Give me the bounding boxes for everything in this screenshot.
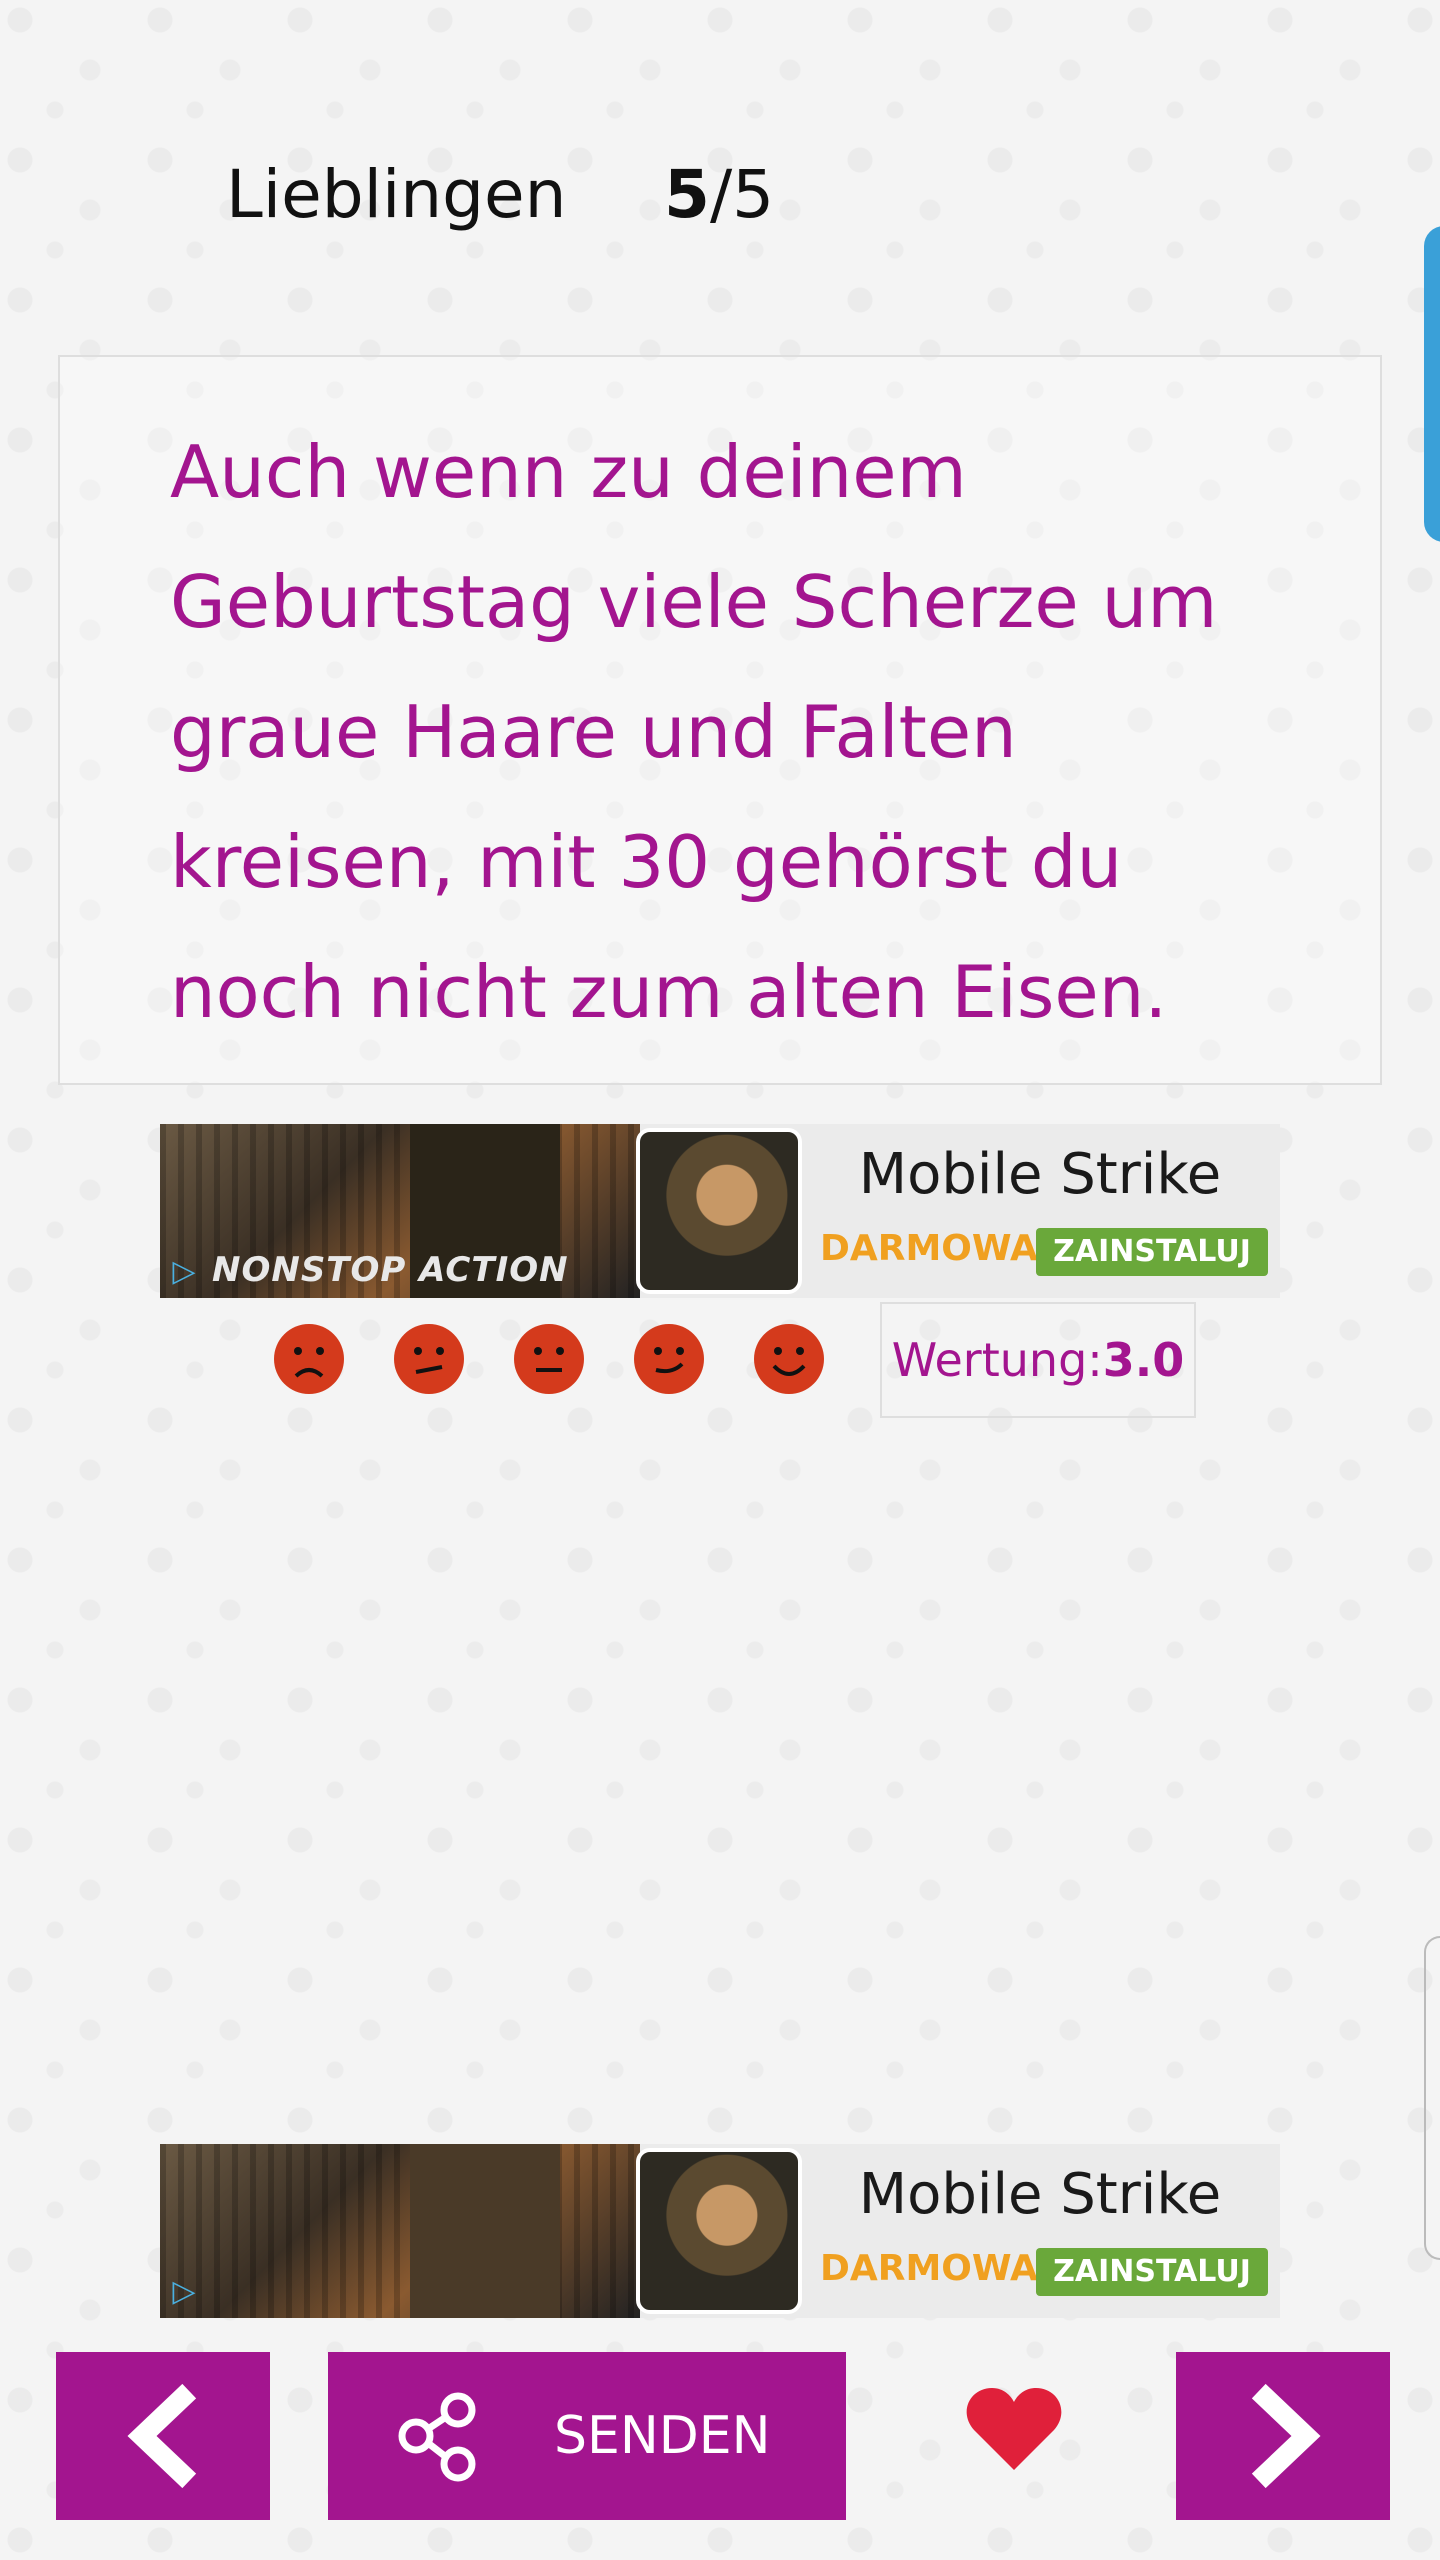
ad-banner-top[interactable]: NONSTOP ACTION ▷ Mobile Strike DARMOWA Z… [160,1124,1280,1298]
previous-button[interactable] [56,2352,270,2520]
ad-free-label: DARMOWA [820,2248,1038,2289]
rating-display: Wertung:3.0 [880,1302,1196,1418]
ad-choices-icon[interactable]: ▷ [166,2274,202,2310]
share-icon [398,2392,476,2482]
quote-card: Auch wenn zu deinem Geburtstag viele Sch… [58,355,1382,1085]
page-title: Lieblingen [226,156,567,233]
item-counter: 5/5 [664,156,774,233]
current-index: 5 [664,156,710,233]
smile-face-icon[interactable] [634,1324,704,1394]
ad-banner-bottom[interactable]: ▷ Mobile Strike DARMOWA ZAINSTALUJ [160,2144,1280,2318]
ad-app-thumbnail[interactable] [636,1128,802,1294]
send-label: SENDEN [554,2406,771,2466]
neutral-face-icon[interactable] [514,1324,584,1394]
send-button[interactable]: SENDEN [328,2352,846,2520]
ad-app-name[interactable]: Mobile Strike [810,2162,1270,2227]
chevron-right-icon [1251,2383,1321,2489]
side-drawer-handle[interactable] [1424,1936,1440,2260]
side-drawer-tab[interactable] [1424,226,1440,542]
chevron-left-icon [127,2383,197,2489]
ad-app-thumbnail[interactable] [636,2148,802,2314]
ad-install-button[interactable]: ZAINSTALUJ [1036,2248,1268,2296]
total-count: /5 [709,156,775,233]
ad-image-caption: NONSTOP ACTION [212,1250,569,1290]
ad-free-label: DARMOWA [820,1228,1038,1269]
ad-image[interactable]: NONSTOP ACTION [160,1124,640,1298]
happy-face-icon[interactable] [754,1324,824,1394]
heart-icon[interactable] [964,2384,1064,2474]
quote-text: Auch wenn zu deinem Geburtstag viele Sch… [170,430,1218,1034]
rating-label: Wertung: [891,1333,1103,1387]
next-button[interactable] [1176,2352,1390,2520]
very-sad-face-icon[interactable] [274,1324,344,1394]
ad-app-name[interactable]: Mobile Strike [810,1142,1270,1207]
rating-value: 3.0 [1102,1333,1185,1387]
ad-choices-icon[interactable]: ▷ [166,1254,202,1290]
ad-install-button[interactable]: ZAINSTALUJ [1036,1228,1268,1276]
sad-face-icon[interactable] [394,1324,464,1394]
ad-image[interactable] [160,2144,640,2318]
